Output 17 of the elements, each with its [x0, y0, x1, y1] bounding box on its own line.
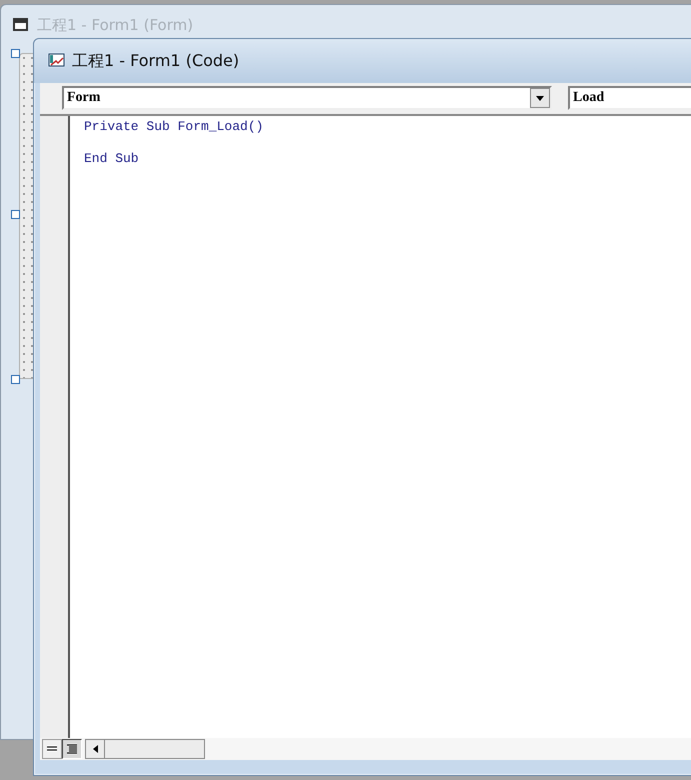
code-icon [48, 53, 66, 69]
resize-handle[interactable] [11, 375, 20, 384]
dropdown-arrow-icon [536, 96, 544, 100]
form-icon [13, 18, 29, 32]
resize-handle[interactable] [11, 210, 20, 219]
module-view-button[interactable] [62, 739, 82, 759]
code-line: End Sub [84, 150, 140, 168]
procedure-view-button[interactable] [42, 739, 62, 759]
code-line: Private Sub Form_Load() [84, 118, 264, 136]
object-dropdown[interactable]: Form [62, 86, 552, 110]
window-title: 工程1 - Form1 (Form) [37, 16, 194, 34]
resize-handle[interactable] [11, 49, 20, 58]
window-title: 工程1 - Form1 (Code) [72, 50, 240, 72]
scroll-left-icon [92, 745, 98, 753]
horizontal-scrollbar[interactable] [85, 739, 205, 759]
procedure-dropdown[interactable]: Load [568, 86, 691, 110]
lines-icon [66, 744, 78, 754]
